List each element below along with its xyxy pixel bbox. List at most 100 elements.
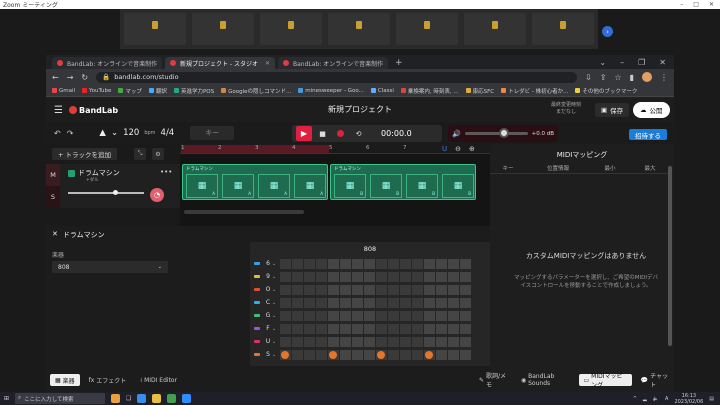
step-cell[interactable]: [448, 323, 459, 334]
step-cell[interactable]: [436, 336, 447, 347]
step-cell[interactable]: [328, 310, 339, 321]
step-cell[interactable]: [340, 336, 351, 347]
step-cell[interactable]: [412, 310, 423, 321]
participant-thumbnail[interactable]: [124, 13, 186, 45]
step-cell[interactable]: [400, 323, 411, 334]
publish-button[interactable]: ☁ 公開: [633, 102, 670, 118]
drum-clip[interactable]: ドラムマシン ▦ A ▦ A ▦ A ▦ A: [182, 164, 328, 200]
step-cell[interactable]: [352, 271, 363, 282]
clock[interactable]: 16:13 2023/02/06: [674, 393, 703, 405]
step-cell[interactable]: [436, 297, 447, 308]
tab-bandlab-sounds[interactable]: ◉ BandLab Sounds: [516, 373, 575, 387]
hamburger-menu-icon[interactable]: ☰: [54, 105, 63, 116]
invite-button[interactable]: 招待する: [629, 129, 667, 140]
share-icon[interactable]: ⇪: [600, 73, 607, 82]
drum-sound-label[interactable]: O: [264, 286, 272, 293]
tab-midi-mapping[interactable]: ▭ MIDIマッピング: [578, 373, 632, 389]
step-cell[interactable]: [280, 271, 291, 282]
bookmark-item[interactable]: 英進学力POS: [173, 87, 214, 95]
tab-close-icon[interactable]: ✕: [265, 60, 270, 67]
close-panel-icon[interactable]: ✕: [52, 230, 58, 240]
step-cell[interactable]: [316, 258, 327, 269]
bookmark-item[interactable]: マップ: [118, 87, 142, 95]
menu-kebab-icon[interactable]: ⋮: [660, 73, 668, 82]
step-cell[interactable]: [376, 310, 387, 321]
bookmark-item[interactable]: Classi: [370, 88, 394, 94]
step-cell[interactable]: [424, 323, 435, 334]
zoom-icon[interactable]: [182, 394, 192, 403]
track-row[interactable]: M S ドラムマシン +ダル ••• ◔: [46, 164, 180, 208]
step-cell[interactable]: [292, 284, 303, 295]
step-cell[interactable]: [460, 349, 471, 360]
magnet-icon[interactable]: U: [442, 145, 447, 153]
cortana-icon[interactable]: [111, 394, 121, 403]
bandlab-logo[interactable]: BandLab: [68, 106, 118, 115]
new-tab-icon[interactable]: +: [391, 57, 407, 69]
step-cell[interactable]: [304, 323, 315, 334]
step-cell[interactable]: [352, 258, 363, 269]
step-cell[interactable]: [352, 336, 363, 347]
step-cell[interactable]: [460, 310, 471, 321]
step-cell[interactable]: [280, 284, 291, 295]
step-cell[interactable]: [412, 258, 423, 269]
step-cell[interactable]: [424, 336, 435, 347]
step-cell[interactable]: [412, 284, 423, 295]
step-cell[interactable]: [436, 284, 447, 295]
chevron-down-icon[interactable]: ⌄: [272, 300, 280, 306]
step-cell[interactable]: [448, 297, 459, 308]
step-cell[interactable]: [316, 284, 327, 295]
step-cell[interactable]: [304, 271, 315, 282]
bookmark-item[interactable]: YouTube: [82, 88, 111, 94]
step-cell[interactable]: [400, 284, 411, 295]
step-cell[interactable]: [340, 258, 351, 269]
step-cell[interactable]: [364, 271, 375, 282]
close-icon[interactable]: ✕: [709, 1, 714, 8]
taskbar-search[interactable]: ⌕ ここに入力して検索: [15, 393, 106, 404]
step-cell[interactable]: [280, 310, 291, 321]
tab-close-icon[interactable]: ✕: [387, 60, 388, 67]
volume-icon[interactable]: 🔈: [653, 396, 659, 402]
step-cell[interactable]: [316, 323, 327, 334]
task-view-icon[interactable]: ❏: [126, 395, 131, 402]
chevron-down-icon[interactable]: ⌄: [272, 352, 280, 358]
tab-lyrics[interactable]: ✎ 歌詞/メモ: [474, 373, 512, 389]
drum-sound-label[interactable]: S: [264, 351, 272, 358]
step-cell[interactable]: [376, 284, 387, 295]
time-signature[interactable]: 4/4: [161, 128, 175, 138]
instrument-select[interactable]: 808 ⌄: [52, 261, 168, 273]
participant-thumbnail[interactable]: [532, 13, 594, 45]
drum-sound-label[interactable]: 6: [264, 260, 272, 267]
step-cell[interactable]: [388, 284, 399, 295]
minimize-icon[interactable]: –: [680, 1, 683, 8]
track-volume-slider[interactable]: [68, 190, 144, 195]
step-cell[interactable]: [352, 297, 363, 308]
browser-tab[interactable]: BandLab: オンラインで音楽制作 ✕: [52, 57, 162, 69]
step-cell[interactable]: [436, 323, 447, 334]
windows-start-icon[interactable]: ⊞: [4, 395, 9, 402]
step-cell[interactable]: [400, 349, 411, 360]
chrome-icon[interactable]: [167, 394, 177, 403]
step-cell[interactable]: [424, 271, 435, 282]
zoom-out-icon[interactable]: ⊖: [455, 145, 461, 153]
step-cell[interactable]: [460, 297, 471, 308]
step-cell[interactable]: [352, 284, 363, 295]
step-cell[interactable]: [328, 336, 339, 347]
loop-button[interactable]: ⟲: [351, 126, 366, 141]
step-cell[interactable]: [304, 284, 315, 295]
step-cell[interactable]: [388, 336, 399, 347]
tab-effects[interactable]: fx エフェクト: [84, 374, 132, 386]
step-cell[interactable]: [400, 258, 411, 269]
step-cell[interactable]: [364, 310, 375, 321]
step-cell[interactable]: [436, 271, 447, 282]
step-cell[interactable]: [400, 336, 411, 347]
drum-sound-label[interactable]: G: [264, 312, 272, 319]
step-cell[interactable]: [388, 271, 399, 282]
step-cell[interactable]: [412, 336, 423, 347]
project-title[interactable]: 新規プロジェクト: [328, 104, 392, 115]
chevron-down-icon[interactable]: ⌄: [272, 326, 280, 332]
tab-close-icon[interactable]: ✕: [161, 60, 162, 67]
explorer-icon[interactable]: [152, 394, 162, 403]
save-button[interactable]: ▣ 保存: [595, 103, 630, 117]
step-cell[interactable]: [400, 297, 411, 308]
step-cell[interactable]: [292, 349, 303, 360]
